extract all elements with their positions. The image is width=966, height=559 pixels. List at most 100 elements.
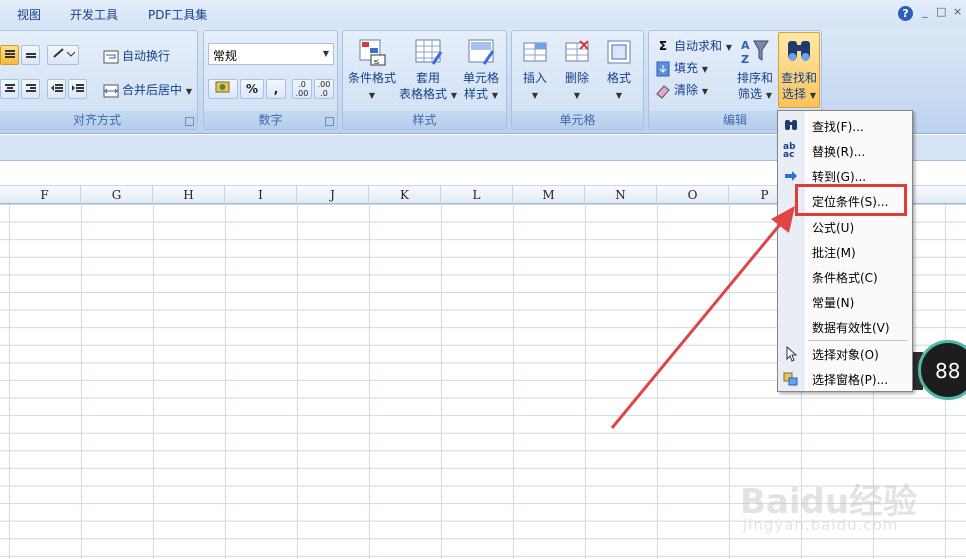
menu-item-conditional-format-label: 条件格式(C)	[812, 271, 878, 285]
menu-item-conditional-format[interactable]: 条件格式(C)	[778, 265, 912, 289]
minimize-button[interactable]: _	[922, 5, 928, 18]
wrap-text-label: 自动换行	[122, 49, 171, 63]
chevron-down-icon: ▼	[368, 91, 376, 100]
align-middle-icon	[4, 50, 15, 58]
fill-button[interactable]: 填充 ▼	[655, 59, 708, 77]
find-select-label-1: 查找和	[780, 71, 817, 85]
text-orientation-icon	[53, 48, 76, 58]
tab-developer[interactable]: 开发工具	[70, 6, 118, 23]
menu-item-formulas-label: 公式(U)	[812, 221, 855, 235]
group-label-alignment: 对齐方式	[0, 111, 197, 129]
menu-item-comments[interactable]: 批注(M)	[778, 240, 912, 264]
find-select-label-2: 选择	[782, 87, 807, 101]
column-header-n[interactable]: N	[585, 186, 657, 204]
clear-button[interactable]: 清除 ▼	[655, 81, 708, 99]
menu-item-comments-label: 批注(M)	[812, 246, 856, 260]
chevron-down-icon: ▼	[491, 91, 498, 100]
delete-button[interactable]: 删除 ▼	[556, 37, 598, 104]
insert-button[interactable]: 插入 ▼	[514, 37, 556, 104]
group-styles: ≤ 条件格式 ▼ 套用 表格格式 ▼ 单元格 样式 ▼ 样式	[342, 30, 507, 130]
tab-view[interactable]: 视图	[17, 6, 41, 23]
group-label-styles: 样式	[343, 111, 506, 129]
align-middle-button[interactable]	[0, 45, 19, 65]
insert-label: 插入	[522, 71, 547, 85]
selection-pane-icon	[783, 372, 798, 386]
percent-button[interactable]: %	[240, 79, 264, 99]
accounting-format-button[interactable]	[208, 79, 238, 99]
group-label-number: 数字	[204, 111, 337, 129]
clear-label: 清除	[674, 83, 699, 97]
menu-item-formulas[interactable]: 公式(U)	[778, 215, 912, 239]
dialog-launcher-icon[interactable]	[185, 117, 194, 126]
tab-pdf-tools[interactable]: PDF工具集	[148, 6, 207, 23]
watermark: Baidu经验 jingyan.baidu.com	[740, 474, 960, 544]
wrap-text-button[interactable]: 自动换行	[103, 47, 170, 65]
chevron-down-icon: ▼	[185, 87, 192, 96]
decrease-indent-icon	[50, 84, 63, 92]
align-center-button[interactable]	[0, 79, 19, 99]
comma-button[interactable]: ,	[266, 79, 286, 99]
cell-styles-button[interactable]: 单元格 样式 ▼	[457, 37, 505, 104]
find-select-button[interactable]: 查找和 选择 ▼	[778, 32, 820, 108]
column-header-h[interactable]: H	[153, 186, 225, 204]
column-header-l[interactable]: L	[441, 186, 513, 204]
sort-filter-button[interactable]: AZ 排序和 筛选 ▼	[733, 37, 777, 104]
group-number: 常规 ▼ % , .0 .00 .00 .0 数字	[203, 30, 338, 130]
menu-item-find[interactable]: 查找(F)...	[778, 114, 912, 138]
format-as-table-button[interactable]: 套用 表格格式 ▼	[399, 37, 457, 104]
group-label-cells: 单元格	[512, 111, 643, 129]
arrow-right-icon	[785, 171, 797, 181]
autosum-button[interactable]: Σ 自动求和 ▼	[655, 37, 732, 55]
column-header-g[interactable]: G	[81, 186, 153, 204]
column-header-i[interactable]: I	[225, 186, 297, 204]
align-bottom-icon	[25, 53, 36, 58]
menu-item-data-validation[interactable]: 数据有效性(V)	[778, 315, 912, 339]
decrease-decimal-button[interactable]: .00 .0	[314, 79, 334, 99]
conditional-format-button[interactable]: ≤ 条件格式 ▼	[345, 37, 399, 104]
help-icon[interactable]: ?	[898, 6, 913, 21]
column-header-j[interactable]: J	[297, 186, 369, 204]
increase-decimal-button[interactable]: .0 .00	[292, 79, 312, 99]
decrease-indent-button[interactable]	[47, 79, 66, 99]
chevron-down-icon: ▼	[615, 91, 623, 100]
format-cells-icon	[607, 40, 631, 64]
binoculars-icon	[788, 41, 810, 61]
number-format-select[interactable]: 常规 ▼	[208, 43, 334, 65]
menu-item-constants[interactable]: 常量(N)	[778, 290, 912, 314]
menu-item-selection-pane[interactable]: 选择窗格(P)...	[778, 367, 912, 391]
replace-icon: ab ac	[783, 142, 796, 160]
chevron-down-icon: ▼	[701, 65, 708, 74]
restore-button[interactable]: □	[936, 5, 946, 18]
eraser-icon	[656, 84, 670, 99]
speed-widget-value: 88	[935, 359, 961, 383]
orientation-button[interactable]	[47, 45, 79, 65]
format-label: 格式	[606, 71, 631, 85]
merge-center-button[interactable]: 合并后居中 ▼	[103, 81, 192, 99]
svg-text:A: A	[741, 39, 750, 52]
menu-item-data-validation-label: 数据有效性(V)	[812, 321, 890, 335]
chevron-down-icon: ▼	[765, 91, 772, 100]
menu-item-replace[interactable]: ab ac 替换(R)...	[778, 139, 912, 163]
align-bottom-button[interactable]	[21, 45, 40, 65]
highlight-box	[795, 184, 907, 216]
format-button[interactable]: 格式 ▼	[598, 37, 640, 104]
close-button[interactable]: ×	[953, 5, 962, 18]
menu-item-select-objects[interactable]: 选择对象(O)	[778, 342, 912, 366]
sort-filter-label-1: 排序和	[736, 71, 773, 85]
binoculars-icon	[785, 120, 797, 130]
menu-separator	[808, 340, 908, 341]
dialog-launcher-icon[interactable]	[325, 117, 334, 126]
table-format-icon	[415, 39, 443, 65]
column-header-f[interactable]: F	[9, 186, 81, 204]
conditional-format-icon: ≤	[359, 39, 386, 66]
increase-indent-button[interactable]	[68, 79, 87, 99]
autosum-label: 自动求和	[674, 39, 723, 53]
column-header-m[interactable]: M	[513, 186, 585, 204]
column-header-k[interactable]: K	[369, 186, 441, 204]
column-header-o[interactable]: O	[657, 186, 729, 204]
svg-text:Z: Z	[741, 53, 749, 66]
merge-center-icon	[103, 84, 119, 97]
align-right-button[interactable]	[21, 79, 40, 99]
find-select-menu: 查找(F)... ab ac 替换(R)... 转到(G)... 定位条件(S).…	[777, 110, 913, 392]
align-right-icon	[25, 84, 36, 92]
